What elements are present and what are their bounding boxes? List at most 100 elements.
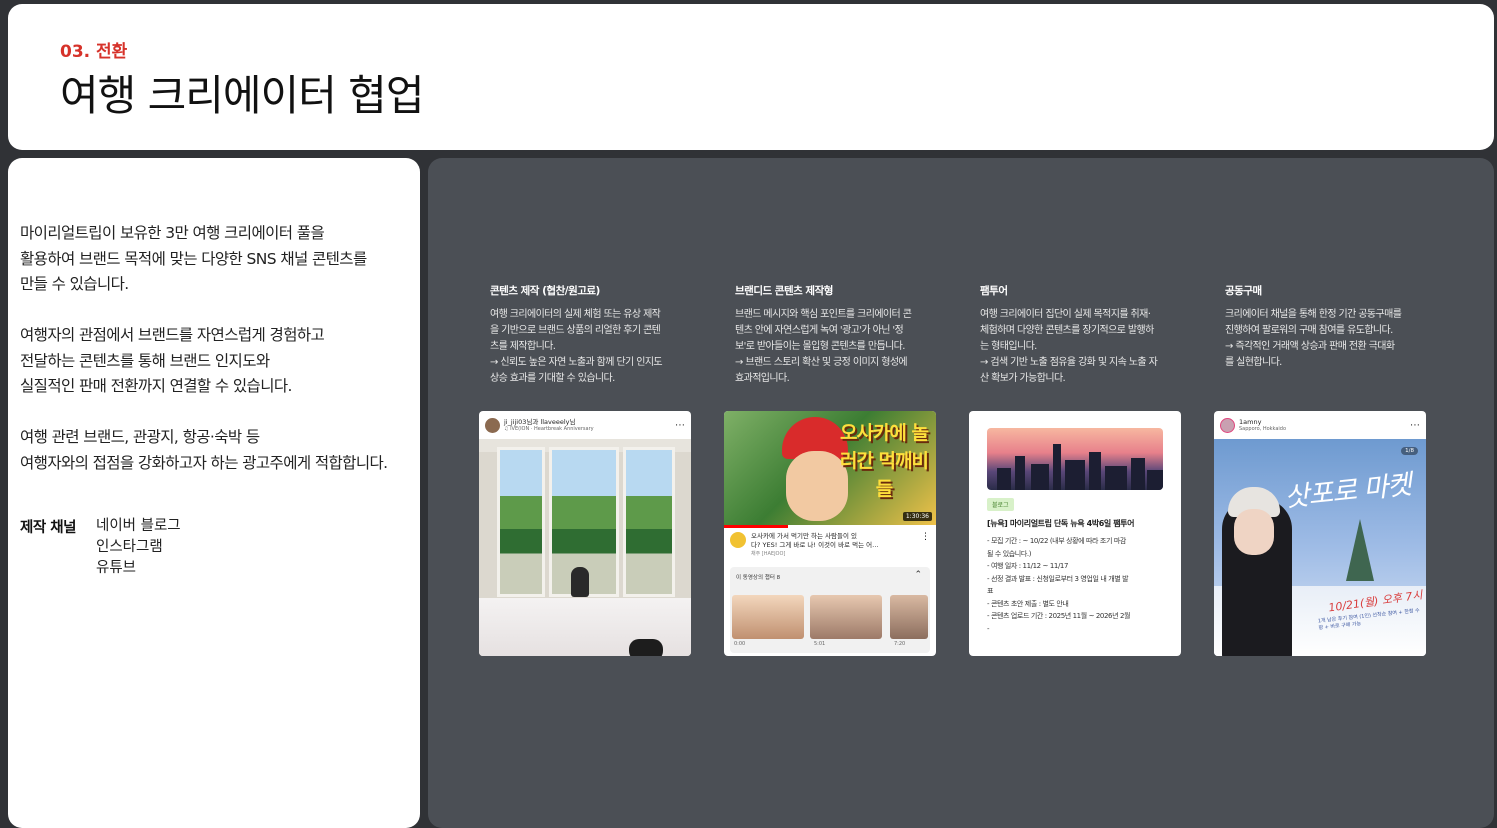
desc-line: 을 기반으로 브랜드 상품의 리얼한 후기 콘텐 — [490, 325, 661, 336]
chevron-up-icon: ⌃ — [914, 570, 922, 580]
thumbnail-title: 오사카에 놀러간 먹깨비들 — [839, 422, 929, 500]
building-decor — [1053, 444, 1061, 490]
building-decor — [1065, 460, 1085, 490]
blog-title: [뉴욕] 마이리얼트립 단독 뉴욕 4박6일 팸투어 — [987, 519, 1135, 528]
desc-line: 는 형태입니다. — [980, 341, 1037, 352]
desc-line: 산 확보가 가능합니다. — [980, 373, 1066, 384]
examples-panel: 콘텐츠 제작 (협찬/원고료) 여행 크리에이터의 실제 체험 또는 유상 제작… — [428, 158, 1494, 828]
chapter-time: 5:01 — [814, 641, 826, 647]
post-location: Sapporo, Hokkaido — [1239, 426, 1287, 432]
desc-line: 체험하며 다양한 콘텐츠를 장기적으로 발행하 — [980, 325, 1154, 336]
blog-line: - — [987, 624, 990, 633]
desc-line: → 즉각적인 거래액 상승과 판매 전환 극대화 — [1225, 341, 1395, 352]
intro-panel: 마이리얼트립이 보유한 3만 여행 크리에이터 풀을 활용하여 브랜드 목적에 … — [8, 158, 420, 828]
column-branded-content: 브랜디드 콘텐츠 제작형 브랜드 메시지와 핵심 포인트를 크리에이터 콘 텐츠… — [735, 283, 947, 387]
blog-line: 표 — [987, 587, 994, 595]
building-decor — [997, 468, 1011, 490]
intro-line: 전달하는 콘텐츠를 통해 브랜드 인지도와 — [20, 351, 270, 370]
video-title-line: 오사카에 가서 먹기만 하는 사람들이 있 — [751, 532, 858, 540]
desc-line: 브랜드 메시지와 핵심 포인트를 크리에이터 콘 — [735, 309, 912, 320]
person-figure — [629, 639, 663, 656]
column-desc: 여행 크리에이터의 실제 체험 또는 유상 제작 을 기반으로 브랜드 상품의 … — [490, 307, 702, 387]
blog-tag: 블로그 — [987, 498, 1014, 511]
column-title: 브랜디드 콘텐츠 제작형 — [735, 285, 833, 297]
chapter-thumb — [810, 595, 882, 639]
window-decor — [623, 447, 675, 597]
desc-line: 를 실현합니다. — [1225, 357, 1282, 368]
more-icon: ⋯ — [675, 419, 685, 431]
post-photo: 1/8 삿포로 마켓 10/21(월) 오후 7시 1개 남은 후기 참여 (1… — [1214, 439, 1426, 656]
post-music: ♫ IVE(ION · Heartbreak Anniversary — [504, 426, 594, 432]
channel-avatar — [730, 532, 746, 548]
desc-line: 상승 효과를 기대할 수 있습니다. — [490, 373, 615, 384]
desc-line: 보'로 받아들이는 몰입형 콘텐츠를 만듭니다. — [735, 341, 905, 352]
column-title: 공동구매 — [1225, 285, 1262, 297]
chapter-time: 0:00 — [734, 641, 746, 647]
intro-paragraph-3: 여행 관련 브랜드, 관광지, 항공·숙박 등 여행자와의 접점을 강화하고자 … — [20, 425, 388, 476]
channel-item: 네이버 블로그 — [96, 518, 181, 534]
handwritten-title: 삿포로 마켓 — [1283, 469, 1413, 514]
section-number: 03. 전환 — [60, 42, 128, 62]
building-decor — [1031, 464, 1049, 490]
blog-line: - 모집 기간 : ~ 10/22 (내부 상황에 따라 조기 마감 — [987, 537, 1126, 545]
column-title: 콘텐츠 제작 (협찬/원고료) — [490, 285, 600, 297]
channel-label: 제작 채널 — [20, 520, 76, 536]
desc-line: 효과적입니다. — [735, 373, 790, 384]
desc-line: 텐츠 안에 자연스럽게 녹여 '광고'가 아닌 '정 — [735, 325, 904, 336]
channel-list: 네이버 블로그 인스타그램 유튜브 — [96, 516, 181, 579]
video-duration: 1:30:36 — [902, 512, 932, 521]
chapter-time: 7:20 — [894, 641, 906, 647]
desc-line: → 신뢰도 높은 자연 노출과 함께 단기 인지도 — [490, 357, 663, 368]
post-header: ji_jiji03님과 llaveeely님 ♫ IVE(ION · Heart… — [479, 411, 691, 439]
slide-counter: 1/8 — [1401, 447, 1418, 455]
desc-line: → 브랜드 스토리 확산 및 긍정 이미지 형성에 — [735, 357, 908, 368]
desc-line: 츠를 제작합니다. — [490, 341, 556, 352]
channel-name: 채주 [HAEJOO] — [751, 551, 786, 557]
intro-paragraph-2: 여행자의 관점에서 브랜드를 자연스럽게 경험하고 전달하는 콘텐츠를 통해 브… — [20, 323, 325, 400]
blog-line: - 콘텐츠 초안 제출 : 별도 안내 — [987, 599, 1069, 608]
intro-paragraph-1: 마이리얼트립이 보유한 3만 여행 크리에이터 풀을 활용하여 브랜드 목적에 … — [20, 221, 367, 298]
window-decor — [497, 447, 545, 597]
intro-line: 여행자의 관점에서 브랜드를 자연스럽게 경험하고 — [20, 326, 325, 344]
building-decor — [1147, 470, 1163, 490]
more-icon: ⋯ — [1410, 419, 1420, 431]
post-header: 1amny Sapporo, Hokkaido ⋯ — [1214, 411, 1426, 439]
example-card-blog: 블로그 [뉴욕] 마이리얼트립 단독 뉴욕 4박6일 팸투어 - 모집 기간 :… — [969, 411, 1181, 656]
tree-decor — [1346, 519, 1374, 581]
page-title: 여행 크리에이터 협업 — [60, 71, 424, 120]
building-decor — [1131, 458, 1145, 490]
intro-line: 활용하여 브랜드 목적에 맞는 다양한 SNS 채널 콘텐츠를 — [20, 249, 367, 268]
channel-item: 유튜브 — [96, 560, 137, 576]
post-meta: ji_jiji03님과 llaveeely님 ♫ IVE(ION · Heart… — [504, 418, 594, 432]
intro-line: 실질적인 판매 전환까지 연결할 수 있습니다. — [20, 377, 292, 395]
example-card-instagram: ji_jiji03님과 llaveeely님 ♫ IVE(ION · Heart… — [479, 411, 691, 656]
person-figure — [571, 567, 589, 597]
video-thumbnail: 오사카에 놀러간 먹깨비들 1:30:36 — [724, 411, 936, 525]
example-card-youtube: 오사카에 놀러간 먹깨비들 1:30:36 오사카에 가서 먹기만 하는 사람들… — [724, 411, 936, 656]
post-meta: 1amny Sapporo, Hokkaido — [1239, 418, 1286, 432]
desc-line: → 검색 기반 노출 점유율 강화 및 지속 노출 자 — [980, 357, 1158, 368]
chapter-thumb — [732, 595, 804, 639]
chapter-thumb — [890, 595, 928, 639]
channel-item: 인스타그램 — [96, 539, 163, 555]
building-decor — [1105, 466, 1127, 490]
blog-body: - 모집 기간 : ~ 10/22 (내부 상황에 따라 조기 마감 될 수 있… — [987, 535, 1163, 635]
blog-line: - 선정 결과 발표 : 신청일로부터 3 영업일 내 개별 발 — [987, 574, 1129, 583]
blog-line: - 여행 일자 : 11/12 ~ 11/17 — [987, 562, 1069, 570]
chapter-list-title: 이 동영상의 챕터 8 — [736, 575, 781, 581]
post-username: ji_jiji03님과 llaveeely님 — [504, 418, 576, 426]
desc-line: 여행 크리에이터의 실제 체험 또는 유상 제작 — [490, 309, 661, 320]
avatar — [1220, 417, 1235, 433]
column-desc: 여행 크리에이터 집단이 실제 목적지를 취재· 체험하며 다양한 콘텐츠를 장… — [980, 307, 1192, 387]
intro-line: 마이리얼트립이 보유한 3만 여행 크리에이터 풀을 — [20, 224, 325, 242]
intro-line: 여행자와의 접점을 강화하고자 하는 광고주에게 적합합니다. — [20, 453, 388, 472]
city-skyline-image — [987, 428, 1163, 490]
column-fam-tour: 팸투어 여행 크리에이터 집단이 실제 목적지를 취재· 체험하며 다양한 콘텐… — [980, 283, 1192, 387]
video-title-line: 다? YES! 그게 바로 나! 이것이 바로 먹는 어… — [751, 541, 879, 549]
desc-line: 진행하여 팔로워의 구매 참여를 유도합니다. — [1225, 325, 1393, 336]
post-photo — [479, 439, 691, 656]
intro-line: 만들 수 있습니다. — [20, 275, 129, 293]
desc-line: 크리에이터 채널을 통해 한정 기간 공동구매를 — [1225, 309, 1402, 320]
face-decor — [1234, 509, 1274, 555]
column-desc: 크리에이터 채널을 통해 한정 기간 공동구매를 진행하여 팔로워의 구매 참여… — [1225, 307, 1437, 371]
